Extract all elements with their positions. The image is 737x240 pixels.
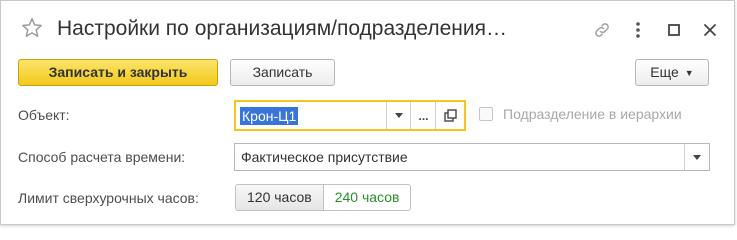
favorite-star-icon[interactable]	[21, 17, 43, 39]
object-value: Крон-Ц1	[240, 107, 299, 125]
caret-down-icon: ▼	[684, 68, 694, 78]
title-bar: Настройки по организациям/подразделения…	[1, 1, 734, 57]
settings-window: Настройки по организациям/подразделения…	[0, 0, 735, 225]
save-button[interactable]: Записать	[230, 59, 335, 86]
object-dropdown-button[interactable]	[386, 102, 411, 129]
time-method-select[interactable]: Фактическое присутствие	[234, 143, 710, 171]
time-method-label: Способ расчета времени:	[18, 149, 186, 165]
object-field[interactable]: Крон-Ц1 ...	[234, 100, 466, 131]
more-button[interactable]: Еще ▼	[635, 59, 709, 86]
title-tools	[592, 19, 720, 41]
overtime-limit-label: Лимит сверхурочных часов:	[18, 190, 199, 206]
window-title: Настройки по организациям/подразделения…	[57, 17, 507, 40]
limit-option-240[interactable]: 240 часов	[322, 185, 411, 210]
more-button-label: Еще	[650, 64, 679, 80]
object-label: Объект:	[18, 107, 70, 123]
time-method-value: Фактическое присутствие	[241, 149, 408, 165]
chevron-down-icon	[395, 113, 403, 118]
link-icon[interactable]	[592, 20, 612, 40]
object-open-button[interactable]	[435, 102, 465, 129]
object-select-button[interactable]: ...	[410, 102, 436, 129]
overtime-limit-toggle: 120 часов 240 часов	[235, 184, 412, 211]
hierarchy-checkbox[interactable]	[479, 107, 493, 121]
chevron-down-icon	[693, 154, 701, 160]
close-icon[interactable]	[700, 20, 720, 40]
time-method-dropdown-button[interactable]	[684, 144, 709, 170]
hierarchy-label: Подразделение в иерархии	[503, 106, 682, 122]
limit-option-120[interactable]: 120 часов	[236, 185, 323, 210]
open-window-icon	[444, 109, 457, 122]
more-vertical-icon[interactable]	[628, 20, 648, 40]
save-and-close-button[interactable]: Записать и закрыть	[18, 59, 218, 86]
maximize-icon[interactable]	[664, 20, 684, 40]
